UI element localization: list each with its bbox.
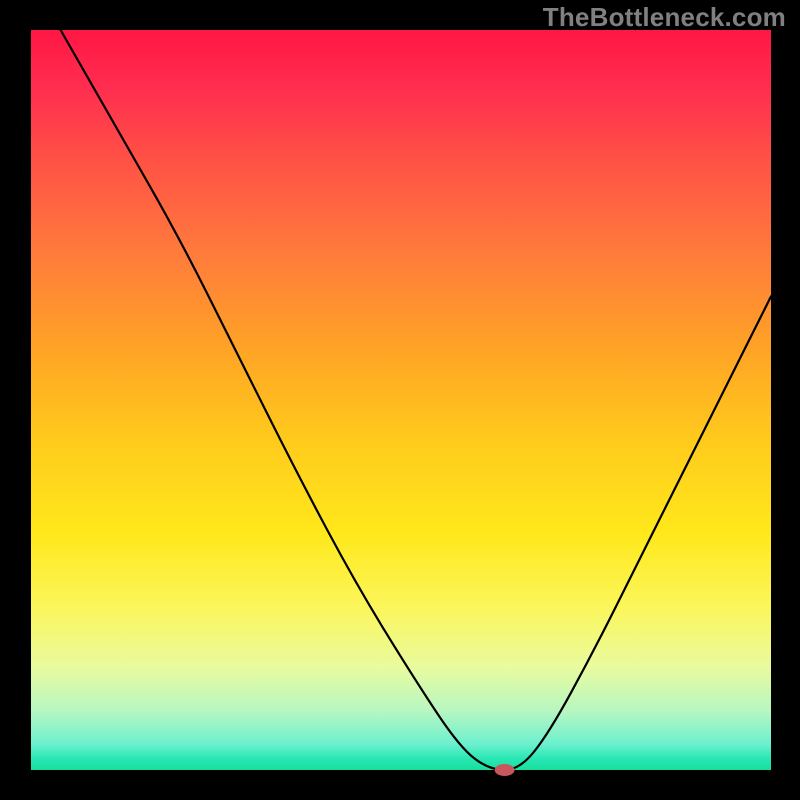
bottleneck-chart [0,0,800,800]
watermark-text: TheBottleneck.com [543,2,786,33]
chart-frame: TheBottleneck.com [0,0,800,800]
selected-point-marker [495,764,515,776]
